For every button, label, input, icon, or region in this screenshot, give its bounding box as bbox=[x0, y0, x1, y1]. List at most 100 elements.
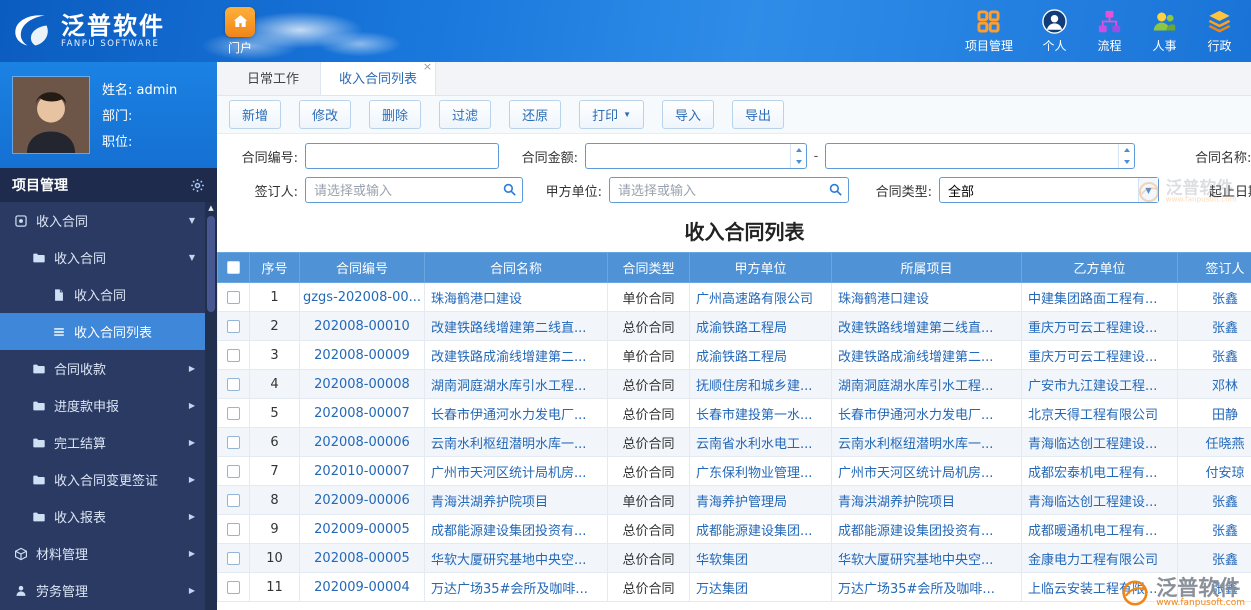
cell-contract-no-link[interactable]: 202008-00009 bbox=[300, 341, 425, 370]
cell-contract-no-link[interactable]: 202008-00006 bbox=[300, 428, 425, 457]
cell-signer-link[interactable]: 张鑫 bbox=[1178, 312, 1251, 341]
cell-party-a-link[interactable]: 长春市建投第一水... bbox=[690, 399, 832, 428]
cell-signer-link[interactable]: 付安琼 bbox=[1178, 457, 1251, 486]
cell-party-a-link[interactable]: 万达集团 bbox=[690, 573, 832, 602]
cell-project-link[interactable]: 云南水利枢纽潜明水库一... bbox=[832, 428, 1022, 457]
scroll-up-arrow[interactable]: ▲ bbox=[205, 204, 217, 212]
tab-inactive[interactable]: 日常工作 bbox=[229, 62, 317, 95]
row-checkbox[interactable] bbox=[227, 523, 240, 536]
scrollbar-thumb[interactable] bbox=[207, 216, 215, 312]
cell-party-b-link[interactable]: 重庆万可云工程建设... bbox=[1022, 312, 1178, 341]
toolbar-button[interactable]: 过滤 bbox=[439, 100, 491, 129]
top-nav-item-layers[interactable]: 行政 bbox=[1206, 8, 1233, 54]
cell-contract-no-link[interactable]: 202008-00010 bbox=[300, 312, 425, 341]
cell-contract-no-link[interactable]: 202010-00007 bbox=[300, 457, 425, 486]
cell-signer-link[interactable]: 张鑫 bbox=[1178, 515, 1251, 544]
cell-signer-link[interactable]: 任晓燕 bbox=[1178, 428, 1251, 457]
top-nav-item-grid[interactable]: 项目管理 bbox=[965, 8, 1013, 54]
cell-party-b-link[interactable]: 中建集团路面工程有... bbox=[1022, 283, 1178, 312]
cell-party-b-link[interactable]: 成都宏泰机电工程有... bbox=[1022, 457, 1178, 486]
toolbar-button[interactable]: 导入 bbox=[662, 100, 714, 129]
row-checkbox[interactable] bbox=[227, 349, 240, 362]
toolbar-button[interactable]: 打印▼ bbox=[579, 100, 644, 129]
cell-contract-name-link[interactable]: 广州市天河区统计局机房... bbox=[425, 457, 608, 486]
row-checkbox[interactable] bbox=[227, 320, 240, 333]
cell-signer-link[interactable]: 张鑫 bbox=[1178, 341, 1251, 370]
cell-project-link[interactable]: 长春市伊通河水力发电厂... bbox=[832, 399, 1022, 428]
cell-party-b-link[interactable]: 北京天得工程有限公司 bbox=[1022, 399, 1178, 428]
cell-project-link[interactable]: 成都能源建设集团投资有... bbox=[832, 515, 1022, 544]
select-all-checkbox[interactable] bbox=[227, 261, 240, 274]
cell-party-b-link[interactable]: 重庆万可云工程建设... bbox=[1022, 341, 1178, 370]
cell-contract-no-link[interactable]: gzgs-202008-00... bbox=[300, 283, 425, 312]
cell-contract-no-link[interactable]: 202009-00004 bbox=[300, 573, 425, 602]
cell-party-a-link[interactable]: 华软集团 bbox=[690, 544, 832, 573]
cell-contract-no-link[interactable]: 202008-00007 bbox=[300, 399, 425, 428]
sidebar-item[interactable]: 收入合同列表 bbox=[0, 313, 205, 350]
cell-party-b-link[interactable]: 成都暖通机电工程有... bbox=[1022, 515, 1178, 544]
amount-min-input[interactable] bbox=[585, 143, 807, 169]
cell-project-link[interactable]: 华软大厦研究基地中央空... bbox=[832, 544, 1022, 573]
amount-min-stepper[interactable] bbox=[790, 144, 806, 168]
amount-max-input[interactable] bbox=[825, 143, 1135, 169]
cell-project-link[interactable]: 改建铁路线增建第二线直... bbox=[832, 312, 1022, 341]
cell-contract-name-link[interactable]: 长春市伊通河水力发电厂... bbox=[425, 399, 608, 428]
sidebar-item[interactable]: 收入报表▶ bbox=[0, 498, 205, 535]
cell-contract-name-link[interactable]: 华软大厦研究基地中央空... bbox=[425, 544, 608, 573]
sidebar-item[interactable]: 合同收款▶ bbox=[0, 350, 205, 387]
cell-party-a-link[interactable]: 成渝铁路工程局 bbox=[690, 312, 832, 341]
cell-contract-name-link[interactable]: 改建铁路线增建第二线直... bbox=[425, 312, 608, 341]
signer-input[interactable] bbox=[305, 177, 523, 203]
cell-project-link[interactable]: 改建铁路成渝线增建第二... bbox=[832, 341, 1022, 370]
row-checkbox[interactable] bbox=[227, 552, 240, 565]
row-checkbox[interactable] bbox=[227, 291, 240, 304]
party-a-input[interactable] bbox=[609, 177, 849, 203]
toolbar-button[interactable]: 导出 bbox=[732, 100, 784, 129]
tab-active[interactable]: 收入合同列表× bbox=[320, 62, 436, 95]
cell-contract-no-link[interactable]: 202009-00006 bbox=[300, 486, 425, 515]
cell-signer-link[interactable]: 邓林 bbox=[1178, 370, 1251, 399]
cell-party-b-link[interactable]: 青海临达创工程建设... bbox=[1022, 486, 1178, 515]
cell-party-a-link[interactable]: 成都能源建设集团... bbox=[690, 515, 832, 544]
cell-project-link[interactable]: 广州市天河区统计局机房... bbox=[832, 457, 1022, 486]
cell-contract-name-link[interactable]: 云南水利枢纽潜明水库一... bbox=[425, 428, 608, 457]
cell-project-link[interactable]: 万达广场35#会所及咖啡... bbox=[832, 573, 1022, 602]
row-checkbox[interactable] bbox=[227, 465, 240, 478]
row-checkbox[interactable] bbox=[227, 378, 240, 391]
cell-party-a-link[interactable]: 云南省水利水电工... bbox=[690, 428, 832, 457]
sidebar-item[interactable]: 收入合同变更签证▶ bbox=[0, 461, 205, 498]
cell-party-b-link[interactable]: 金康电力工程有限公司 bbox=[1022, 544, 1178, 573]
sidebar-item[interactable]: 劳务管理▶ bbox=[0, 572, 205, 609]
sidebar-scrollbar[interactable]: ▲ bbox=[205, 202, 217, 610]
sidebar-item[interactable]: 完工结算▶ bbox=[0, 424, 205, 461]
cell-project-link[interactable]: 湖南洞庭湖水库引水工程... bbox=[832, 370, 1022, 399]
cell-party-a-link[interactable]: 成渝铁路工程局 bbox=[690, 341, 832, 370]
cell-signer-link[interactable]: 田静 bbox=[1178, 399, 1251, 428]
cell-contract-name-link[interactable]: 成都能源建设集团投资有... bbox=[425, 515, 608, 544]
cell-signer-link[interactable]: 张鑫 bbox=[1178, 573, 1251, 602]
contract-no-input[interactable] bbox=[305, 143, 499, 169]
contract-type-select[interactable]: 全部 ▼ bbox=[939, 177, 1159, 203]
row-checkbox[interactable] bbox=[227, 494, 240, 507]
cell-project-link[interactable]: 珠海鹤港口建设 bbox=[832, 283, 1022, 312]
cell-signer-link[interactable]: 张鑫 bbox=[1178, 486, 1251, 515]
cell-party-a-link[interactable]: 广州高速路有限公司 bbox=[690, 283, 832, 312]
cell-contract-no-link[interactable]: 202008-00008 bbox=[300, 370, 425, 399]
row-checkbox[interactable] bbox=[227, 407, 240, 420]
sidebar-item[interactable]: 材料管理▶ bbox=[0, 535, 205, 572]
row-checkbox[interactable] bbox=[227, 436, 240, 449]
cell-signer-link[interactable]: 张鑫 bbox=[1178, 544, 1251, 573]
toolbar-button[interactable]: 新增 bbox=[229, 100, 281, 129]
search-icon[interactable] bbox=[828, 182, 843, 197]
cell-project-link[interactable]: 青海洪湖养护院项目 bbox=[832, 486, 1022, 515]
portal-button[interactable]: 门户 bbox=[225, 7, 255, 56]
sidebar-item[interactable]: 进度款申报▶ bbox=[0, 387, 205, 424]
cell-party-b-link[interactable]: 上临云安装工程有限... bbox=[1022, 573, 1178, 602]
cell-party-b-link[interactable]: 青海临达创工程建设... bbox=[1022, 428, 1178, 457]
cell-contract-name-link[interactable]: 湖南洞庭湖水库引水工程... bbox=[425, 370, 608, 399]
row-checkbox[interactable] bbox=[227, 581, 240, 594]
cell-party-a-link[interactable]: 抚顺住房和城乡建... bbox=[690, 370, 832, 399]
top-nav-item-team[interactable]: 人事 bbox=[1151, 8, 1178, 54]
cell-contract-name-link[interactable]: 万达广场35#会所及咖啡... bbox=[425, 573, 608, 602]
amount-max-stepper[interactable] bbox=[1118, 144, 1134, 168]
